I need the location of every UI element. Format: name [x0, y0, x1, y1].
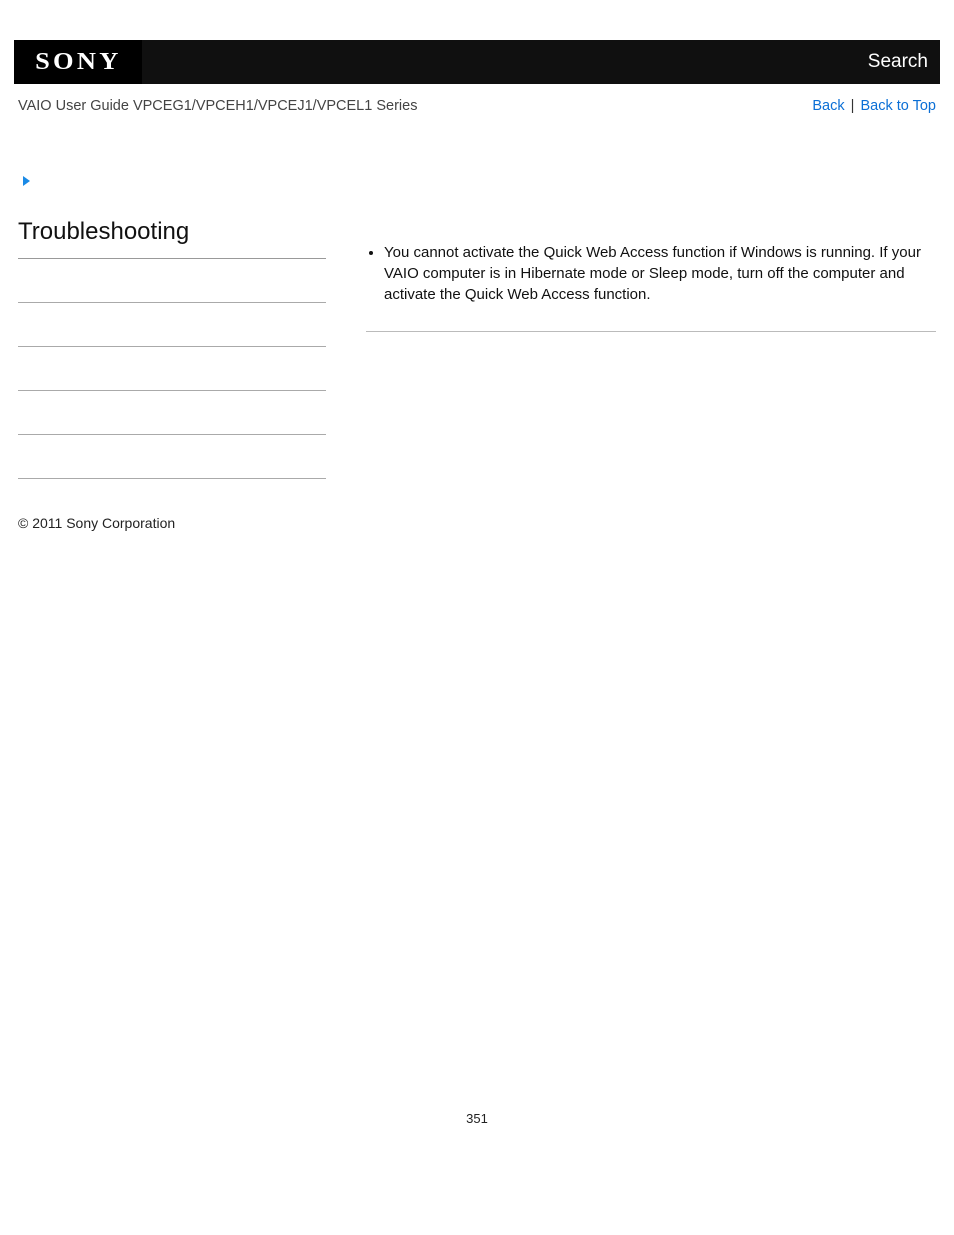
sony-logo: SONY — [35, 49, 122, 76]
sidebar-item[interactable] — [18, 303, 326, 347]
page-number: 351 — [14, 1111, 940, 1146]
main-content: You cannot activate the Quick Web Access… — [366, 218, 936, 332]
sidebar-item[interactable] — [18, 391, 326, 435]
back-link[interactable]: Back — [812, 98, 844, 114]
topbar: SONY Search — [14, 40, 940, 84]
subheader: VAIO User Guide VPCEG1/VPCEH1/VPCEJ1/VPC… — [14, 84, 940, 124]
guide-title: VAIO User Guide VPCEG1/VPCEH1/VPCEJ1/VPC… — [18, 98, 417, 114]
sidebar-item[interactable] — [18, 259, 326, 303]
sidebar-item[interactable] — [18, 435, 326, 479]
logo-block: SONY — [14, 40, 142, 84]
content-divider — [366, 331, 936, 332]
chevron-icon — [22, 174, 940, 188]
sidebar-title: Troubleshooting — [18, 218, 326, 259]
copyright: © 2011 Sony Corporation — [14, 515, 940, 531]
search-link[interactable]: Search — [868, 51, 928, 73]
nav-links: Back | Back to Top — [812, 98, 936, 114]
troubleshoot-bullet: You cannot activate the Quick Web Access… — [384, 242, 936, 317]
sidebar: Troubleshooting — [18, 218, 326, 479]
sidebar-item[interactable] — [18, 347, 326, 391]
nav-separator: | — [851, 98, 855, 114]
back-to-top-link[interactable]: Back to Top — [860, 98, 936, 114]
